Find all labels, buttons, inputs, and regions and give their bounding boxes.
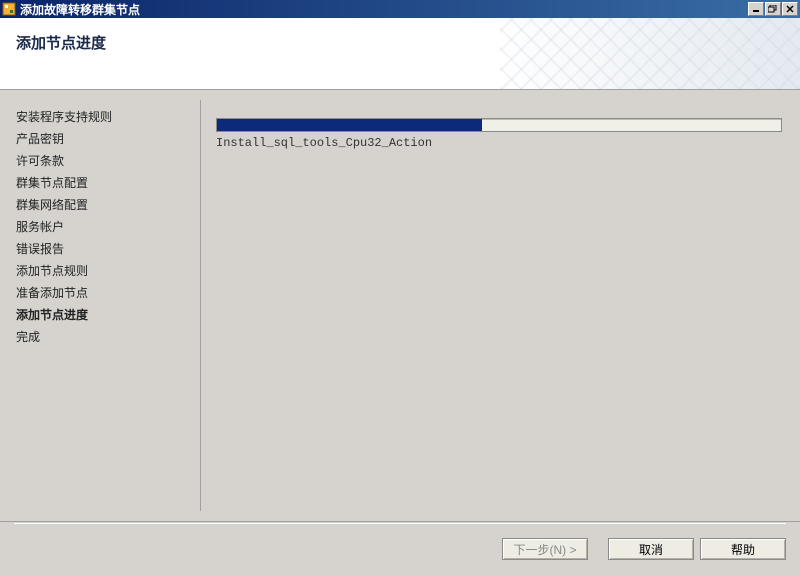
help-button-label: 帮助	[731, 541, 755, 558]
next-button-label: 下一步(N) >	[513, 541, 576, 558]
step-product-key[interactable]: 产品密钥	[16, 128, 192, 150]
step-ready-add-node[interactable]: 准备添加节点	[16, 282, 192, 304]
window-controls	[748, 2, 798, 16]
step-add-node-progress[interactable]: 添加节点进度	[16, 304, 192, 326]
next-button[interactable]: 下一步(N) >	[502, 538, 588, 560]
step-list: 安装程序支持规则 产品密钥 许可条款 群集节点配置 群集网络配置 服务帐户 错误…	[0, 90, 200, 521]
step-cluster-network-config[interactable]: 群集网络配置	[16, 194, 192, 216]
step-add-node-rules[interactable]: 添加节点规则	[16, 260, 192, 282]
page-title: 添加节点进度	[0, 18, 800, 53]
progress-fill	[217, 119, 482, 131]
progress-bar	[216, 118, 782, 132]
restore-button[interactable]	[765, 2, 781, 16]
wizard-footer: 下一步(N) > 取消 帮助	[0, 521, 800, 576]
wizard-header: 添加节点进度	[0, 18, 800, 90]
minimize-button[interactable]	[748, 2, 764, 16]
progress-status-text: Install_sql_tools_Cpu32_Action	[216, 136, 782, 150]
cancel-button-label: 取消	[639, 541, 663, 558]
window-title: 添加故障转移群集节点	[20, 1, 748, 18]
wizard-body: 安装程序支持规则 产品密钥 许可条款 群集节点配置 群集网络配置 服务帐户 错误…	[0, 90, 800, 521]
app-icon	[2, 2, 16, 16]
close-button[interactable]	[782, 2, 798, 16]
step-error-report[interactable]: 错误报告	[16, 238, 192, 260]
step-install-rules[interactable]: 安装程序支持规则	[16, 106, 192, 128]
main-panel: Install_sql_tools_Cpu32_Action	[200, 90, 800, 521]
cancel-button[interactable]: 取消	[608, 538, 694, 560]
title-bar: 添加故障转移群集节点	[0, 0, 800, 18]
step-complete[interactable]: 完成	[16, 326, 192, 348]
divider	[200, 100, 201, 511]
step-license[interactable]: 许可条款	[16, 150, 192, 172]
help-button[interactable]: 帮助	[700, 538, 786, 560]
step-service-account[interactable]: 服务帐户	[16, 216, 192, 238]
step-cluster-node-config[interactable]: 群集节点配置	[16, 172, 192, 194]
